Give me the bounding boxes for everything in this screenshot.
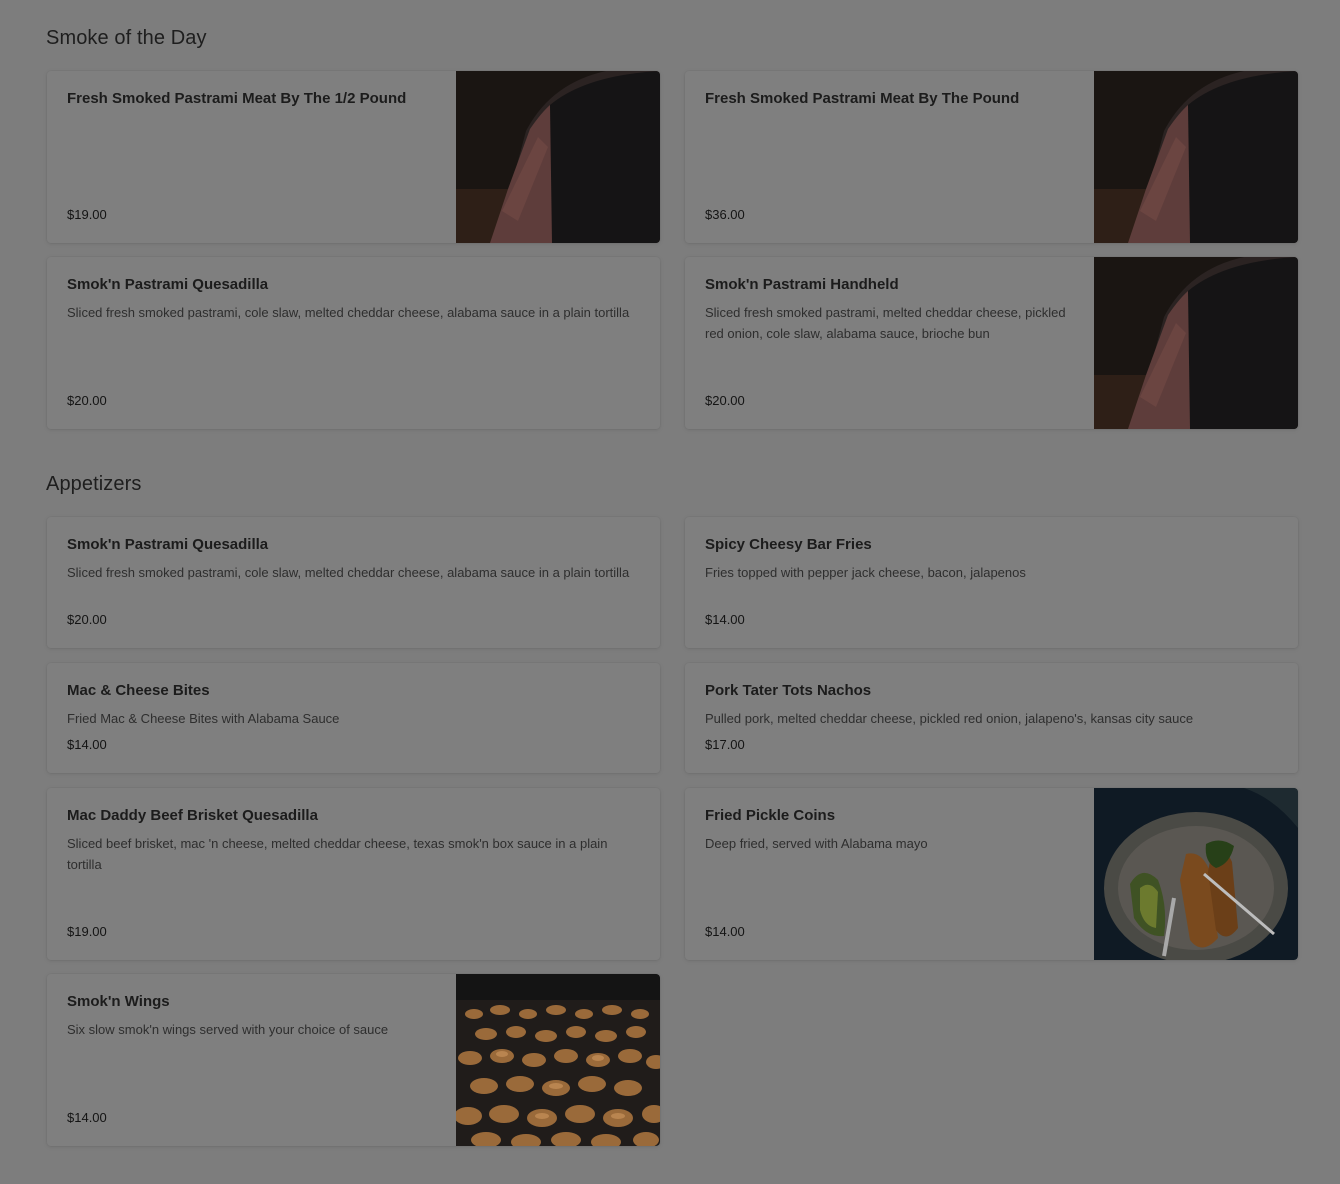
menu-item-price: $14.00 <box>67 1110 107 1125</box>
pastrami-photo <box>1094 257 1298 429</box>
menu-item-card[interactable]: Spicy Cheesy Bar Fries Fries topped with… <box>685 517 1298 648</box>
menu-item-description: Pulled pork, melted cheddar cheese, pick… <box>705 711 1194 726</box>
wings-photo <box>456 974 660 1146</box>
menu-item-price: $19.00 <box>67 924 107 939</box>
menu-item-description: Sliced fresh smoked pastrami, cole slaw,… <box>67 565 630 580</box>
menu-item-price: $17.00 <box>705 737 745 752</box>
menu-item-price: $19.00 <box>67 207 107 222</box>
menu-item-name: Smok'n Wings <box>67 993 170 1010</box>
menu-item-description: Six slow smok'n wings served with your c… <box>67 1022 389 1037</box>
menu-item-name: Mac & Cheese Bites <box>67 682 210 699</box>
menu-item-description: Fried Mac & Cheese Bites with Alabama Sa… <box>67 711 340 726</box>
menu-item-description: Sliced fresh smoked pastrami, cole slaw,… <box>67 305 630 320</box>
menu-item-name: Mac Daddy Beef Brisket Quesadilla <box>67 807 318 824</box>
menu-item-price: $14.00 <box>67 737 107 752</box>
fried-pickle-photo <box>1094 788 1298 960</box>
menu-item-card[interactable]: Fried Pickle Coins Deep fried, served wi… <box>685 788 1298 960</box>
menu-item-card[interactable]: Fresh Smoked Pastrami Meat By The 1/2 Po… <box>47 71 660 243</box>
menu-item-name: Fried Pickle Coins <box>705 807 836 824</box>
section-title-smoke-of-the-day: Smoke of the Day <box>46 27 207 49</box>
section-title-appetizers: Appetizers <box>46 473 142 495</box>
menu-item-card[interactable]: Smok'n Pastrami Quesadilla Sliced fresh … <box>47 517 660 648</box>
menu-item-card[interactable]: Mac Daddy Beef Brisket Quesadilla Sliced… <box>47 788 660 960</box>
menu-item-description: Deep fried, served with Alabama mayo <box>705 836 928 851</box>
menu-item-name: Fresh Smoked Pastrami Meat By The 1/2 Po… <box>67 90 407 107</box>
menu-item-card[interactable]: Pork Tater Tots Nachos Pulled pork, melt… <box>685 663 1298 773</box>
menu-item-price: $20.00 <box>67 612 107 627</box>
menu-item-price: $20.00 <box>67 393 107 408</box>
menu-item-name: Pork Tater Tots Nachos <box>705 682 872 699</box>
menu-item-price: $14.00 <box>705 612 745 627</box>
menu-item-name: Smok'n Pastrami Quesadilla <box>67 536 269 553</box>
menu-item-card[interactable]: Smok'n Wings Six slow smok'n wings serve… <box>47 974 660 1146</box>
menu-item-card[interactable]: Mac & Cheese Bites Fried Mac & Cheese Bi… <box>47 663 660 773</box>
menu-item-card[interactable]: Fresh Smoked Pastrami Meat By The Pound … <box>685 71 1298 243</box>
menu-item-price: $14.00 <box>705 924 745 939</box>
pastrami-photo <box>1094 71 1298 243</box>
menu-item-description: Sliced beef brisket, mac 'n cheese, melt… <box>67 836 608 872</box>
menu-item-price: $36.00 <box>705 207 745 222</box>
menu-item-name: Smok'n Pastrami Quesadilla <box>67 276 269 293</box>
pastrami-photo <box>456 71 660 243</box>
menu-item-price: $20.00 <box>705 393 745 408</box>
menu-item-card[interactable]: Smok'n Pastrami Quesadilla Sliced fresh … <box>47 257 660 429</box>
menu-item-description: Fries topped with pepper jack cheese, ba… <box>705 565 1026 580</box>
menu-item-name: Spicy Cheesy Bar Fries <box>705 536 872 553</box>
menu-item-card[interactable]: Smok'n Pastrami Handheld Sliced fresh sm… <box>685 257 1298 429</box>
menu-item-description: Sliced fresh smoked pastrami, melted che… <box>705 305 1066 341</box>
menu-item-name: Smok'n Pastrami Handheld <box>705 276 899 293</box>
menu-item-name: Fresh Smoked Pastrami Meat By The Pound <box>705 90 1020 107</box>
